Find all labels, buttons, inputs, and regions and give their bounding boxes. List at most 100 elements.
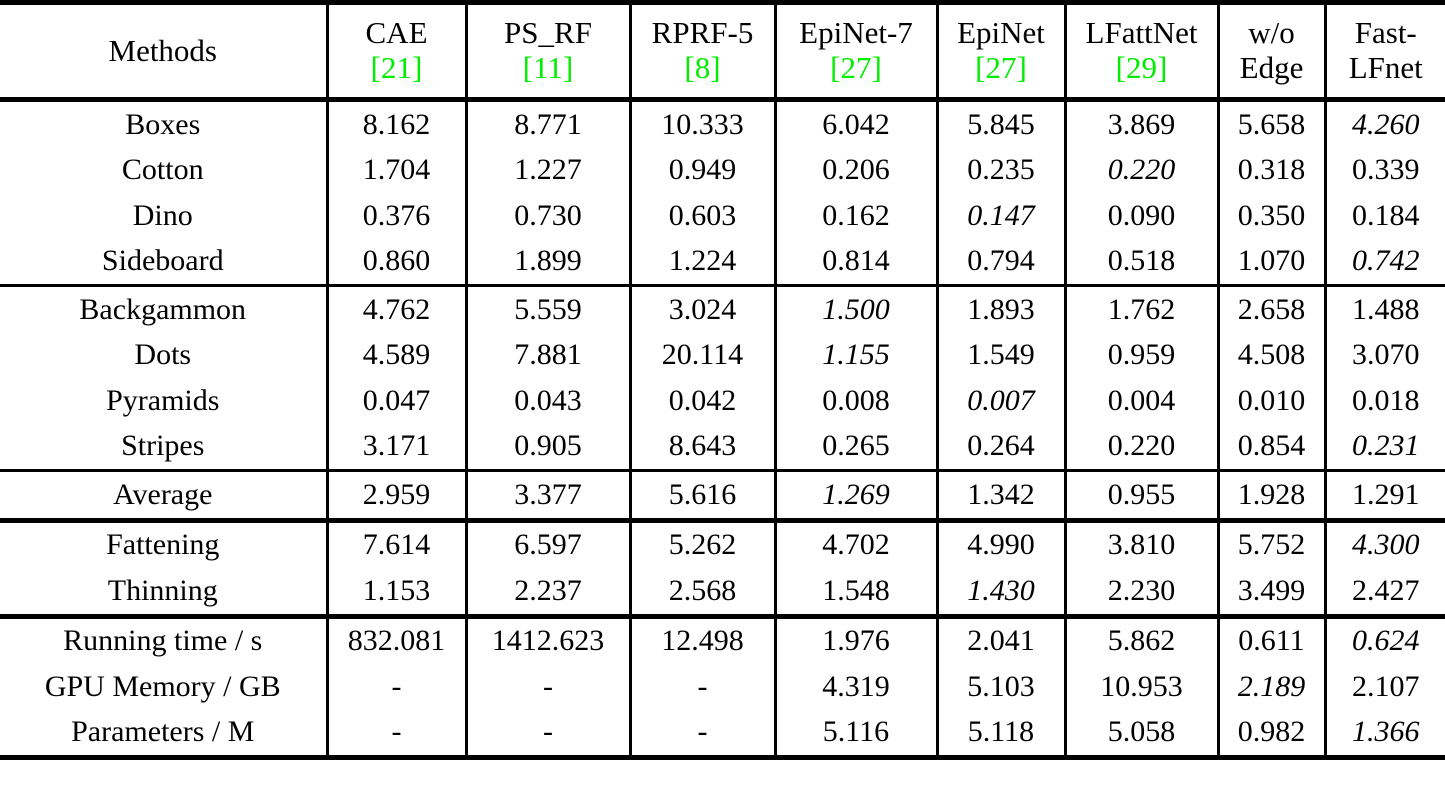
- cell-epi: 1.342: [937, 469, 1067, 520]
- header-fast-lfnet-name: Fast-: [1354, 15, 1417, 51]
- header-methods: Methods: [0, 0, 329, 100]
- table-row: Parameters / M - - -5.116 5.118 5.058 0.982 1.3…: [0, 709, 1445, 760]
- cell-lfatt: 2.230: [1065, 568, 1220, 616]
- cell-cae: -: [327, 709, 468, 760]
- cell-fast: 0.231: [1352, 429, 1420, 463]
- cell-epi7: 5.116: [775, 709, 939, 760]
- cell-epi7: 4.702: [775, 517, 939, 568]
- header-epinet-name: EpiNet: [957, 15, 1045, 51]
- cell-fast: 0.018: [1352, 383, 1420, 417]
- cell-epi7: 1.500: [775, 284, 939, 333]
- row-label: Pyramids: [0, 378, 329, 424]
- cell-lfatt: 0.090: [1065, 193, 1220, 239]
- cell-cae: 0.047: [327, 378, 468, 424]
- table-row: Pyramids 0.047 0.043 0.042 0.008 0.007 0.004 0.…: [0, 378, 1445, 424]
- cell-psrf: 2.237: [466, 568, 632, 616]
- cell-woedge: 5.658: [1218, 97, 1327, 148]
- cell-cae: 4.762: [327, 284, 468, 333]
- cell-epi: 1.893: [937, 284, 1067, 333]
- cell-rprf: 12.498: [630, 613, 777, 664]
- cell-psrf: 7.881: [466, 332, 632, 378]
- cell-epi7: 0.265: [775, 423, 939, 471]
- cell-epi7: 0.008: [775, 378, 939, 424]
- header-rprf: RPRF-5 [8]: [630, 0, 777, 100]
- cell-cae: 1.153: [327, 568, 468, 616]
- cell-woedge: 4.508: [1218, 332, 1327, 378]
- header-rprf-name: RPRF-5: [651, 15, 754, 51]
- cell-fast: 1.488: [1325, 284, 1445, 333]
- cell-lfatt: 0.518: [1065, 238, 1220, 286]
- cell-fast: 2.427: [1352, 573, 1420, 607]
- cell-epi7: 6.042: [775, 97, 939, 148]
- cell-epi7: 1.155: [775, 332, 939, 378]
- cell-lfatt: 0.955: [1065, 469, 1220, 520]
- cell-epi: 4.990: [937, 517, 1067, 568]
- cell-psrf: 6.597: [466, 517, 632, 568]
- cell-epi: 2.041: [937, 613, 1067, 664]
- cell-cae: 8.162: [327, 97, 468, 148]
- cell-lfatt: 5.862: [1065, 613, 1220, 664]
- cell-cae: 4.589: [327, 332, 468, 378]
- cell-lfatt: 3.869: [1065, 97, 1220, 148]
- table-row: Boxes 8.162 8.771 10.333 6.042 5.845 3.869 5.65…: [0, 97, 1445, 148]
- cell-epi: 0.235: [937, 147, 1067, 193]
- table-row: Dino 0.376 0.730 0.603 0.162 0.147 0.090 0.350 0…: [0, 193, 1445, 239]
- cell-woedge: 5.752: [1218, 517, 1327, 568]
- cell-fast: 3.070: [1352, 338, 1420, 372]
- table-row: Stripes 3.171 0.905 8.643 0.265 0.264 0.220 0.8…: [0, 423, 1445, 471]
- table-header: Methods CAE [21] PS_RF [11] RPRF-5 [8] E…: [0, 0, 1445, 100]
- cell-rprf: 3.024: [630, 284, 777, 333]
- cell-rprf: -: [630, 664, 777, 710]
- cell-woedge: 0.010: [1218, 378, 1327, 424]
- header-epinet: EpiNet [27]: [937, 0, 1067, 100]
- cell-psrf: 1.227: [466, 147, 632, 193]
- header-epinet-ref: [27]: [975, 50, 1027, 85]
- row-label: Thinning: [0, 568, 329, 616]
- cell-psrf: 0.043: [466, 378, 632, 424]
- row-label: Cotton: [0, 147, 329, 193]
- cell-fast: 0.184: [1352, 198, 1420, 232]
- cell-woedge: 3.499: [1218, 568, 1327, 616]
- cell-rprf: 0.949: [630, 147, 777, 193]
- cell-lfatt: 0.220: [1065, 423, 1220, 471]
- cell-cae: 832.081: [327, 613, 468, 664]
- table-row: Fattening 7.614 6.597 5.262 4.702 4.990 3.810 5…: [0, 517, 1445, 568]
- cell-epi7: 0.162: [775, 193, 939, 239]
- cell-lfatt: 1.762: [1065, 284, 1220, 333]
- cell-psrf: 0.730: [466, 193, 632, 239]
- cell-lfatt: 0.220: [1065, 147, 1220, 193]
- cell-epi7: 0.814: [775, 238, 939, 286]
- cell-epi7: 1.269: [775, 469, 939, 520]
- row-label: GPU Memory / GB: [0, 664, 329, 710]
- cell-psrf: -: [466, 664, 632, 710]
- cell-fast: 4.260: [1325, 97, 1445, 148]
- header-epinet7-ref: [27]: [830, 50, 882, 85]
- row-label: Average: [0, 469, 329, 520]
- cell-woedge: 0.350: [1218, 193, 1327, 239]
- table-row: GPU Memory / GB - - -4.319 5.103 10.953 2.189 2…: [0, 664, 1445, 710]
- cell-epi7: 1.548: [775, 568, 939, 616]
- table-body: Boxes 8.162 8.771 10.333 6.042 5.845 3.869 5.65…: [0, 97, 1445, 760]
- table-row: Sideboard 0.860 1.899 1.224 0.814 0.794 0.518 1…: [0, 238, 1445, 286]
- cell-epi: 0.007: [937, 378, 1067, 424]
- cell-woedge: 1.070: [1218, 238, 1327, 286]
- cell-rprf: 2.568: [630, 568, 777, 616]
- header-row: Methods CAE [21] PS_RF [11] RPRF-5 [8] E…: [0, 0, 1445, 100]
- cell-rprf: -: [630, 709, 777, 760]
- cell-psrf: 3.377: [466, 469, 632, 520]
- table-row: Backgammon 4.762 5.559 3.024 1.500 1.893 1.762…: [0, 284, 1445, 333]
- row-label: Running time / s: [0, 613, 329, 664]
- cell-lfatt: 10.953: [1065, 664, 1220, 710]
- cell-fast: 2.107: [1352, 669, 1420, 703]
- cell-epi: 5.845: [937, 97, 1067, 148]
- cell-epi: 0.264: [937, 423, 1067, 471]
- cell-epi: 0.147: [937, 193, 1067, 239]
- cell-rprf: 0.603: [630, 193, 777, 239]
- header-psrf-name: PS_RF: [504, 15, 592, 51]
- cell-psrf: 1412.623: [466, 613, 632, 664]
- header-cae-name: CAE: [365, 15, 428, 51]
- cell-epi: 1.430: [937, 568, 1067, 616]
- header-wo-edge-sub: Edge: [1239, 50, 1304, 85]
- header-cae-ref: [21]: [370, 50, 423, 85]
- cell-psrf: 1.899: [466, 238, 632, 286]
